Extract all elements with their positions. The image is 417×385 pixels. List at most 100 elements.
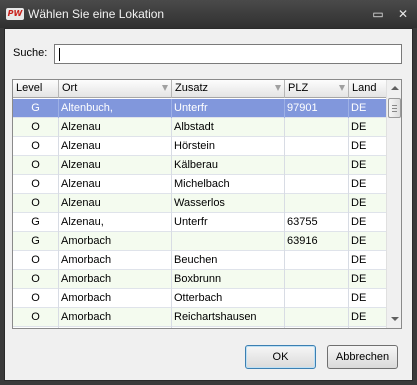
- cell-level: O: [13, 270, 59, 289]
- cell-land: DE: [351, 235, 367, 247]
- close-icon[interactable]: ✕: [396, 7, 410, 21]
- cell-level: O: [13, 118, 59, 137]
- cell-land: DE: [351, 197, 367, 209]
- dialog-window: PW Wählen Sie eine Lokation ▭ ✕ Suche: L…: [0, 0, 417, 385]
- cell-zusatz: Albstadt: [172, 118, 285, 137]
- cell-land: DE: [351, 121, 367, 133]
- cell-ort: Amorbach: [59, 232, 172, 251]
- table-row[interactable]: GAschaffenburg DE: [13, 327, 386, 328]
- cell-level: G: [13, 232, 59, 251]
- cell-plz: 63916: [285, 232, 349, 251]
- table-row[interactable]: G Altenbuch, Unterfr 97901 DE: [13, 99, 386, 118]
- arrow-down-icon: [391, 317, 399, 321]
- cell-plz: [285, 156, 349, 175]
- cell-plz: [285, 175, 349, 194]
- search-input[interactable]: [54, 44, 402, 64]
- column-header-zusatz[interactable]: Zusatz: [172, 80, 285, 98]
- cell-land: DE: [351, 102, 367, 114]
- cell-plz: [285, 137, 349, 156]
- cell-land: DE: [351, 273, 367, 285]
- cell-zusatz: [172, 232, 285, 251]
- column-header-plz[interactable]: PLZ: [285, 80, 349, 98]
- location-grid: Level Ort Zusatz PLZ Land G Altenbuch, U…: [12, 79, 402, 329]
- filter-icon[interactable]: [339, 85, 345, 91]
- app-logo-icon: PW: [6, 8, 24, 20]
- cell-land: DE: [349, 327, 386, 328]
- cell-land: DE: [351, 216, 367, 228]
- column-header-ort[interactable]: Ort: [59, 80, 172, 98]
- table-row[interactable]: O Amorbach Reichartshausen DE: [13, 308, 386, 327]
- filter-icon[interactable]: [162, 85, 168, 91]
- cell-plz: [285, 289, 349, 308]
- column-header-label: Zusatz: [175, 82, 209, 94]
- cell-land: DE: [351, 292, 367, 304]
- cell-ort: Amorbach: [59, 270, 172, 289]
- cell-zusatz: Otterbach: [172, 289, 285, 308]
- cell-zusatz: Boxbrunn: [172, 270, 285, 289]
- grip-line: [392, 108, 397, 109]
- ok-button[interactable]: OK: [245, 345, 316, 369]
- table-row[interactable]: O Alzenau Michelbach DE: [13, 175, 386, 194]
- scrollbar-thumb[interactable]: [388, 98, 401, 118]
- cell-level: O: [13, 137, 59, 156]
- cell-land: DE: [351, 311, 367, 323]
- cell-plz: 97901: [285, 99, 349, 118]
- table-row[interactable]: O Alzenau Hörstein DE: [13, 137, 386, 156]
- cell-plz: [285, 251, 349, 270]
- text-caret: [59, 48, 60, 61]
- cell-zusatz: Michelbach: [172, 175, 285, 194]
- table-row[interactable]: G Amorbach 63916 DE: [13, 232, 386, 251]
- filter-icon[interactable]: [275, 85, 281, 91]
- title-bar[interactable]: PW Wählen Sie eine Lokation ▭ ✕: [0, 0, 417, 28]
- cell-level: O: [13, 156, 59, 175]
- table-row[interactable]: O Amorbach Boxbrunn DE: [13, 270, 386, 289]
- cell-land: DE: [351, 140, 367, 152]
- grid-header: Level Ort Zusatz PLZ Land: [13, 80, 386, 98]
- cell-plz: [285, 118, 349, 137]
- cell-level: O: [13, 175, 59, 194]
- column-header-label: Level: [16, 82, 43, 94]
- cell-plz: [285, 327, 349, 328]
- cell-ort: Alzenau: [59, 194, 172, 213]
- table-row[interactable]: G Alzenau, Unterfr 63755 DE: [13, 213, 386, 232]
- cell-land: DE: [351, 254, 367, 266]
- cell-plz: [285, 308, 349, 327]
- column-header-land[interactable]: Land: [349, 80, 386, 98]
- cell-land: DE: [351, 159, 367, 171]
- cell-ort: Aschaffenburg: [59, 327, 172, 328]
- cancel-button[interactable]: Abbrechen: [327, 345, 398, 369]
- cell-ort: Alzenau: [59, 118, 172, 137]
- cell-ort: Amorbach: [59, 308, 172, 327]
- cell-level: G: [13, 99, 59, 118]
- grip-line: [392, 105, 397, 106]
- cell-ort: Amorbach: [59, 251, 172, 270]
- cell-zusatz: Reichartshausen: [172, 308, 285, 327]
- cell-plz: [285, 194, 349, 213]
- table-row[interactable]: O Amorbach Otterbach DE: [13, 289, 386, 308]
- table-row[interactable]: O Alzenau Albstadt DE: [13, 118, 386, 137]
- cell-plz: 63755: [285, 213, 349, 232]
- scroll-down-button[interactable]: [387, 312, 401, 327]
- cell-level: O: [13, 289, 59, 308]
- vertical-scrollbar[interactable]: [386, 80, 401, 328]
- cell-ort: Alzenau: [59, 175, 172, 194]
- table-row[interactable]: O Alzenau Kälberau DE: [13, 156, 386, 175]
- cell-level: G: [13, 213, 59, 232]
- table-row[interactable]: O Alzenau Wasserlos DE: [13, 194, 386, 213]
- cell-ort: Altenbuch,: [59, 99, 172, 118]
- table-row[interactable]: O Amorbach Beuchen DE: [13, 251, 386, 270]
- cell-level: G: [13, 327, 59, 328]
- dialog-content: Suche: Level Ort Zusatz PLZ Land G Alten…: [4, 28, 413, 381]
- cell-zusatz: Beuchen: [172, 251, 285, 270]
- column-header-label: PLZ: [288, 82, 309, 94]
- cell-ort: Alzenau,: [59, 213, 172, 232]
- cell-zusatz: Hörstein: [172, 137, 285, 156]
- search-label: Suche:: [13, 47, 48, 59]
- column-header-label: Ort: [62, 82, 78, 94]
- column-header-level[interactable]: Level: [13, 80, 59, 98]
- scroll-up-button[interactable]: [387, 81, 401, 96]
- cell-level: O: [13, 251, 59, 270]
- cell-zusatz: Unterfr: [172, 213, 285, 232]
- cell-ort: Amorbach: [59, 289, 172, 308]
- minimize-icon[interactable]: ▭: [371, 7, 385, 21]
